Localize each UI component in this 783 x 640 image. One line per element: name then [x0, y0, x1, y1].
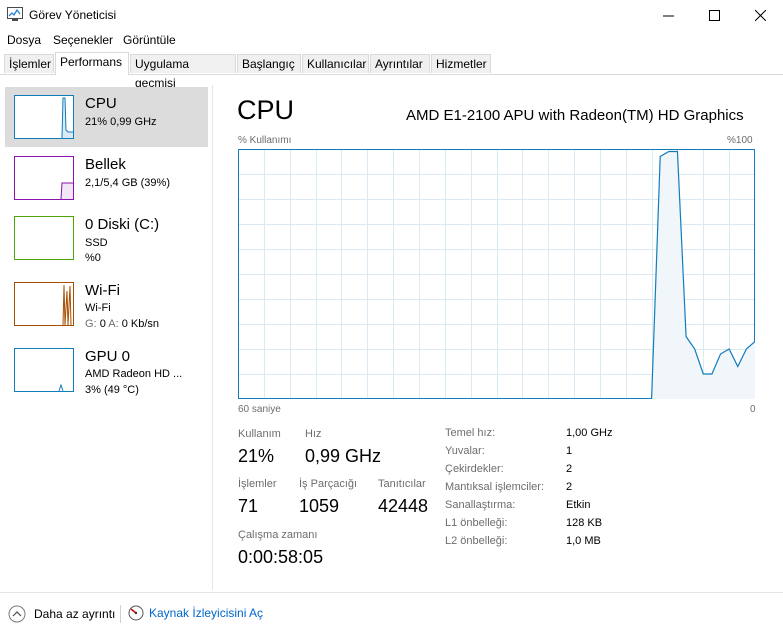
tab-startup[interactable]: Başlangıç	[237, 54, 301, 73]
sidebar-item-detail: AMD Radeon HD ...	[85, 366, 182, 382]
footer: Daha az ayrıntı Kaynak İzleyicisini Aç	[0, 592, 783, 640]
maximize-button[interactable]	[691, 0, 737, 30]
y-axis-label: % Kullanımı	[238, 135, 291, 146]
sidebar-item-label: 0 Diski (C:)	[85, 216, 159, 233]
sidebar-item-detail: SSD	[85, 235, 108, 251]
footer-divider	[120, 605, 121, 623]
tab-services[interactable]: Hizmetler	[431, 54, 491, 73]
receive-label: A:	[108, 318, 118, 330]
spec-label: L2 önbelleği:	[445, 535, 507, 547]
wifi-thumbnail	[14, 282, 74, 326]
spec-value: 1,0 MB	[566, 535, 601, 547]
memory-thumbnail	[14, 156, 74, 200]
spec-label: Temel hız:	[445, 427, 495, 439]
x-axis-right-label: 0	[750, 404, 756, 415]
cpu-thumbnail	[14, 95, 74, 139]
less-details-label: Daha az ayrıntı	[34, 607, 115, 621]
cpu-model: AMD E1-2100 APU with Radeon(TM) HD Graph…	[406, 107, 744, 124]
menu-bar: Dosya Seçenekler Görüntüle	[0, 30, 783, 50]
handles-value: 42448	[378, 496, 428, 517]
spec-label: L1 önbelleği:	[445, 517, 507, 529]
page-title: CPU	[237, 95, 294, 126]
speed-value: 0,99 GHz	[305, 446, 381, 467]
tab-details[interactable]: Ayrıntılar	[370, 54, 430, 73]
speed-label: Hız	[305, 428, 322, 440]
gpu-thumbnail	[14, 348, 74, 392]
spec-label: Yuvalar:	[445, 445, 485, 457]
uptime-value: 0:00:58:05	[238, 547, 323, 568]
menu-view[interactable]: Görüntüle	[123, 33, 176, 47]
processes-value: 71	[238, 496, 258, 517]
threads-value: 1059	[299, 496, 339, 517]
usage-value: 21%	[238, 446, 274, 467]
processes-label: İşlemler	[238, 478, 277, 490]
sidebar-item-detail: G: 0 A: 0 Kb/sn	[85, 316, 159, 332]
send-value: 0	[100, 318, 106, 330]
receive-value: 0 Kb/sn	[122, 318, 159, 330]
sidebar-item-detail: 2,1/5,4 GB (39%)	[85, 175, 170, 191]
tab-strip: İşlemler Performans Uygulama geçmişi Baş…	[0, 52, 783, 75]
spec-value: 1	[566, 445, 572, 457]
sidebar-item-cpu[interactable]: CPU 21% 0,99 GHz	[5, 87, 208, 147]
chevron-up-icon	[8, 605, 26, 623]
sidebar-item-label: Wi-Fi	[85, 282, 120, 299]
sidebar-item-label: Bellek	[85, 156, 126, 173]
sidebar-item-detail: %0	[85, 250, 101, 266]
sidebar-item-label: CPU	[85, 95, 117, 112]
tab-app-history[interactable]: Uygulama geçmişi	[130, 54, 236, 73]
resource-list: CPU 21% 0,99 GHz Bellek 2,1/5,4 GB (39%)…	[0, 85, 212, 590]
sidebar-item-disk[interactable]: 0 Diski (C:) SSD %0	[5, 211, 208, 271]
y-axis-max-label: %100	[727, 135, 753, 146]
sidebar-item-label: GPU 0	[85, 348, 130, 365]
uptime-label: Çalışma zamanı	[238, 529, 317, 541]
close-button[interactable]	[737, 0, 783, 30]
spec-label: Çekirdekler:	[445, 463, 504, 475]
tab-users[interactable]: Kullanıcılar	[302, 54, 369, 73]
disk-thumbnail	[14, 216, 74, 260]
spec-label: Mantıksal işlemciler:	[445, 481, 544, 493]
maximize-icon	[709, 10, 720, 21]
spec-label: Sanallaştırma:	[445, 499, 515, 511]
resource-monitor-icon	[128, 605, 144, 621]
title-bar: Görev Yöneticisi	[0, 0, 783, 30]
minimize-button[interactable]	[645, 0, 691, 30]
resource-monitor-link[interactable]: Kaynak İzleyicisini Aç	[128, 605, 263, 621]
sidebar-item-wifi[interactable]: Wi-Fi Wi-Fi G: 0 A: 0 Kb/sn	[5, 277, 208, 337]
minimize-icon	[663, 10, 674, 21]
spec-value: 2	[566, 463, 572, 475]
x-axis-left-label: 60 saniye	[238, 404, 281, 415]
threads-label: İş Parçacığı	[299, 478, 357, 490]
spec-value: 1,00 GHz	[566, 427, 612, 439]
menu-file[interactable]: Dosya	[7, 33, 41, 47]
tab-performance[interactable]: Performans	[55, 52, 129, 75]
spec-value: 128 KB	[566, 517, 602, 529]
window-title: Görev Yöneticisi	[29, 8, 116, 22]
close-icon	[755, 10, 766, 21]
handles-label: Tanıtıcılar	[378, 478, 426, 490]
usage-label: Kullanım	[238, 428, 281, 440]
less-details-button[interactable]: Daha az ayrıntı	[8, 605, 115, 623]
sidebar-item-gpu[interactable]: GPU 0 AMD Radeon HD ... 3% (49 °C)	[5, 343, 208, 403]
sidebar-item-memory[interactable]: Bellek 2,1/5,4 GB (39%)	[5, 151, 208, 211]
cpu-usage-graph	[238, 149, 755, 399]
spec-value: Etkin	[566, 499, 590, 511]
send-label: G:	[85, 318, 97, 330]
menu-options[interactable]: Seçenekler	[53, 33, 113, 47]
resource-monitor-label: Kaynak İzleyicisini Aç	[149, 606, 263, 620]
sidebar-item-detail: 3% (49 °C)	[85, 382, 139, 398]
sidebar-item-detail: Wi-Fi	[85, 300, 111, 316]
task-manager-icon	[7, 7, 23, 21]
panel-divider	[212, 85, 213, 590]
tab-processes[interactable]: İşlemler	[4, 54, 54, 73]
sidebar-item-detail: 21% 0,99 GHz	[85, 114, 157, 130]
spec-value: 2	[566, 481, 572, 493]
